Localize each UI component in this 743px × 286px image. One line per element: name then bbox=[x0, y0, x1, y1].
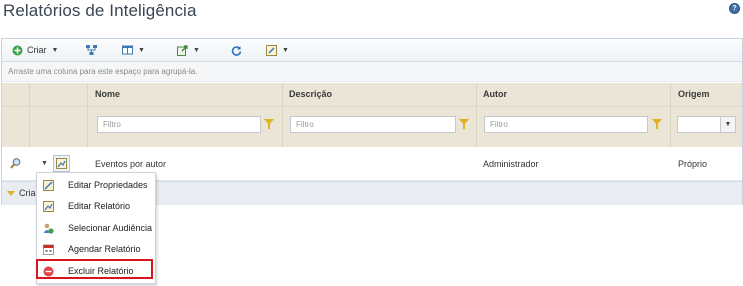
filter-select-origem[interactable]: ▼ bbox=[677, 116, 736, 133]
chevron-down-icon: ▼ bbox=[51, 46, 59, 54]
column-header-origem[interactable]: Origem bbox=[678, 83, 710, 106]
filter-icon[interactable] bbox=[264, 119, 274, 129]
create-filter-link[interactable]: Cria bbox=[19, 182, 36, 205]
report-icon bbox=[56, 158, 67, 169]
magnifier-icon[interactable] bbox=[10, 158, 21, 169]
cell-origem: Próprio bbox=[678, 159, 708, 169]
create-button-label: Criar bbox=[27, 45, 47, 55]
add-icon bbox=[12, 45, 23, 55]
help-icon[interactable]: ? bbox=[729, 3, 740, 14]
refresh-button[interactable] bbox=[231, 44, 242, 56]
filter-icon[interactable] bbox=[7, 191, 15, 196]
hierarchy-button[interactable] bbox=[86, 44, 97, 56]
edit-button[interactable]: ▼ bbox=[266, 44, 289, 56]
grid-header: Nome Descrição Autor Origem bbox=[2, 83, 742, 107]
filter-row: Filtro Filtro Filtro ▼ bbox=[2, 107, 742, 147]
menu-item-edit-report[interactable]: Editar Relatório bbox=[37, 196, 155, 217]
column-header-nome[interactable]: Nome bbox=[95, 83, 120, 106]
chevron-down-icon: ▼ bbox=[193, 46, 200, 54]
menu-item-edit-properties[interactable]: Editar Propriedades bbox=[37, 175, 155, 196]
columns-button[interactable]: ▼ bbox=[122, 44, 145, 56]
edit-icon bbox=[266, 44, 277, 56]
filter-input-descricao[interactable]: Filtro bbox=[290, 116, 456, 133]
menu-item-label: Excluir Relatório bbox=[68, 266, 134, 276]
create-button[interactable]: Criar ▼ bbox=[12, 44, 58, 56]
menu-item-schedule-report[interactable]: Agendar Relatório bbox=[37, 239, 155, 260]
chevron-down-icon: ▼ bbox=[138, 46, 145, 54]
menu-item-label: Agendar Relatório bbox=[68, 244, 141, 254]
filter-icon[interactable] bbox=[652, 119, 662, 129]
edit-properties-icon bbox=[43, 180, 54, 191]
filter-input-nome[interactable]: Filtro bbox=[97, 116, 261, 133]
toolbar: Criar ▼ ▼ ▼ ▼ bbox=[2, 39, 742, 62]
row-action-button[interactable] bbox=[53, 155, 70, 172]
page-title: Relatórios de Inteligência bbox=[3, 1, 197, 20]
filter-input-autor[interactable]: Filtro bbox=[484, 116, 648, 133]
chevron-down-icon[interactable]: ▼ bbox=[720, 117, 735, 132]
column-header-autor[interactable]: Autor bbox=[483, 83, 507, 106]
menu-item-delete-report[interactable]: Excluir Relatório bbox=[36, 259, 155, 282]
column-header-descricao[interactable]: Descrição bbox=[289, 83, 332, 106]
group-drop-zone[interactable]: Arraste uma coluna para este espaço para… bbox=[2, 62, 742, 82]
delete-icon bbox=[43, 266, 54, 277]
export-icon bbox=[177, 44, 188, 56]
cell-autor: Administrador bbox=[483, 159, 539, 169]
filter-icon[interactable] bbox=[459, 119, 469, 129]
menu-item-label: Selecionar Audiência bbox=[68, 223, 153, 233]
row-context-menu: Editar Propriedades Editar Relatório Sel… bbox=[36, 172, 156, 284]
export-button[interactable]: ▼ bbox=[177, 44, 200, 56]
refresh-icon bbox=[231, 45, 242, 56]
menu-item-label: Editar Relatório bbox=[68, 201, 131, 211]
audience-icon bbox=[43, 223, 54, 234]
hierarchy-icon bbox=[86, 44, 97, 55]
menu-item-select-audience[interactable]: Selecionar Audiência bbox=[37, 218, 155, 239]
edit-report-icon bbox=[43, 201, 54, 212]
chevron-down-icon: ▼ bbox=[282, 46, 289, 54]
columns-icon bbox=[122, 45, 133, 54]
calendar-icon bbox=[43, 244, 54, 255]
menu-item-label: Editar Propriedades bbox=[68, 180, 148, 190]
